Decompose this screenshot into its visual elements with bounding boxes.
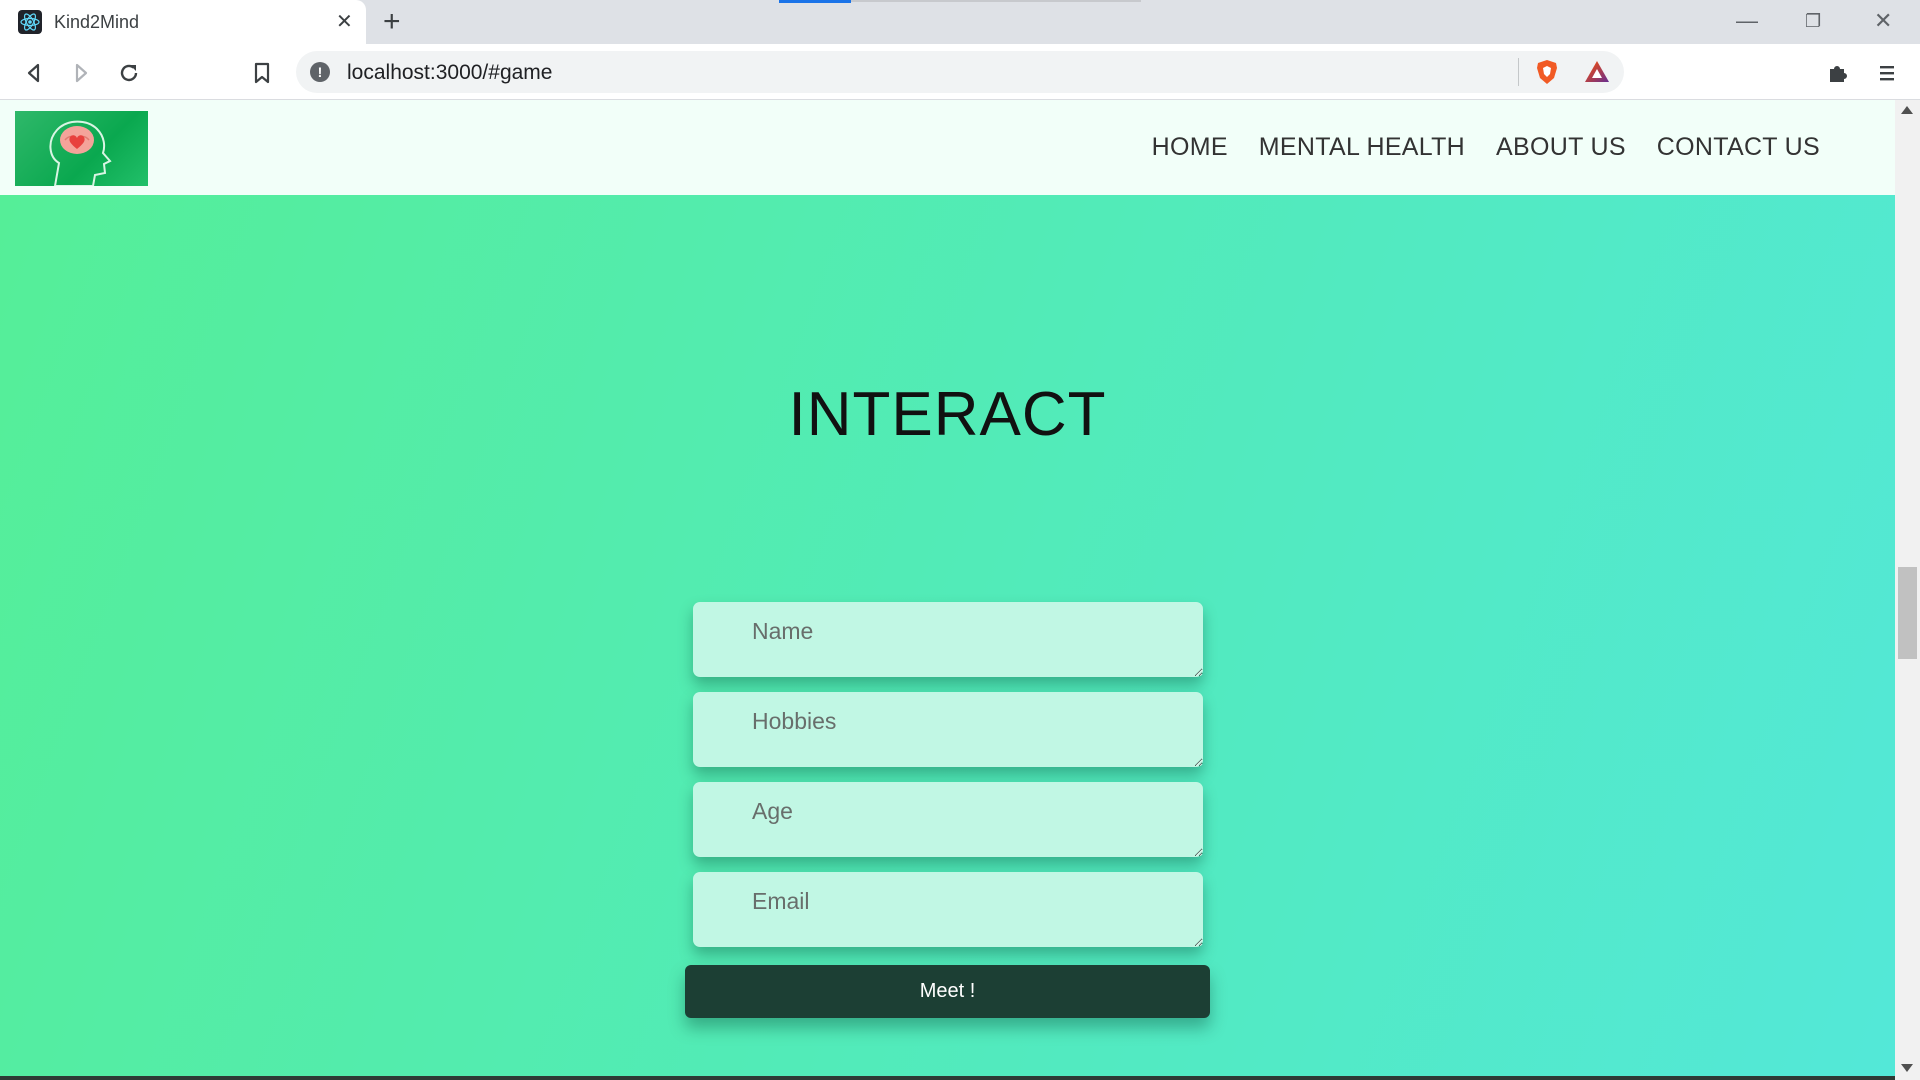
brave-shield-icon[interactable] bbox=[1533, 58, 1561, 86]
section-title: INTERACT bbox=[788, 380, 1107, 449]
scroll-down-icon[interactable] bbox=[1901, 1064, 1913, 1072]
address-bar[interactable]: ! localhost:3000/#game bbox=[296, 51, 1624, 93]
restore-icon[interactable]: ❐ bbox=[1805, 8, 1821, 34]
email-field[interactable] bbox=[693, 872, 1203, 947]
brave-rewards-icon[interactable] bbox=[1583, 58, 1611, 86]
page-scrollbar[interactable] bbox=[1895, 100, 1920, 1080]
age-field[interactable] bbox=[693, 782, 1203, 857]
name-field[interactable] bbox=[693, 602, 1203, 677]
meet-button[interactable]: Meet ! bbox=[685, 965, 1210, 1018]
nav-mental-health[interactable]: MENTAL HEALTH bbox=[1259, 133, 1465, 162]
extensions-icon[interactable] bbox=[1823, 58, 1853, 88]
bookmark-icon[interactable] bbox=[247, 58, 277, 88]
interact-section: INTERACT Meet ! bbox=[0, 195, 1895, 1080]
browser-toolbar: ! localhost:3000/#game bbox=[0, 44, 1920, 100]
page-viewport: HOME MENTAL HEALTH ABOUT US CONTACT US I… bbox=[0, 100, 1920, 1080]
browser-tab[interactable]: Kind2Mind ✕ bbox=[0, 0, 366, 44]
window-close-icon[interactable]: ✕ bbox=[1874, 8, 1892, 34]
nav-links: HOME MENTAL HEALTH ABOUT US CONTACT US bbox=[1152, 100, 1820, 195]
hobbies-field[interactable] bbox=[693, 692, 1203, 767]
nav-contact-us[interactable]: CONTACT US bbox=[1657, 133, 1820, 162]
back-icon[interactable] bbox=[19, 58, 49, 88]
brain-heart-head-icon bbox=[49, 120, 112, 186]
nav-about-us[interactable]: ABOUT US bbox=[1496, 133, 1626, 162]
loading-indicator bbox=[779, 0, 851, 3]
scrollbar-thumb[interactable] bbox=[1898, 567, 1917, 659]
new-tab-icon[interactable]: + bbox=[383, 6, 401, 38]
tab-close-icon[interactable]: ✕ bbox=[336, 10, 353, 34]
omnibox-divider bbox=[1518, 58, 1519, 86]
url-text[interactable]: localhost:3000/#game bbox=[347, 61, 552, 85]
browser-tab-strip: Kind2Mind ✕ + — ❐ ✕ bbox=[0, 0, 1920, 44]
nav-home[interactable]: HOME bbox=[1152, 133, 1228, 162]
scroll-up-icon[interactable] bbox=[1901, 106, 1913, 114]
tab-title: Kind2Mind bbox=[54, 12, 140, 32]
forward-icon[interactable] bbox=[66, 58, 96, 88]
site-logo[interactable] bbox=[15, 111, 148, 186]
page-bottom-edge bbox=[0, 1076, 1895, 1080]
loading-track bbox=[851, 0, 1141, 2]
info-icon[interactable]: ! bbox=[310, 62, 330, 82]
menu-icon[interactable] bbox=[1872, 58, 1902, 88]
react-favicon-icon bbox=[18, 10, 42, 34]
site-navbar: HOME MENTAL HEALTH ABOUT US CONTACT US bbox=[0, 100, 1895, 195]
minimize-icon[interactable]: — bbox=[1736, 8, 1758, 34]
reload-icon[interactable] bbox=[114, 58, 144, 88]
